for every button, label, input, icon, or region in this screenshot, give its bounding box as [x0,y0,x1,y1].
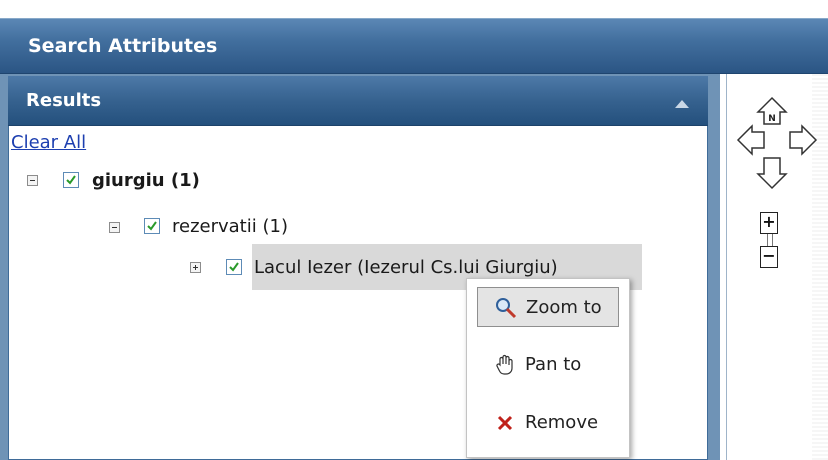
checkbox-giurgiu[interactable] [63,172,79,188]
collapse-arrow-icon[interactable] [675,100,689,108]
pane-divider [726,74,727,460]
red-x-remove-icon [497,415,513,431]
checkbox-rezervatii[interactable] [144,218,160,234]
hand-pan-icon [496,354,513,375]
context-menu: Zoom to Pan to Remove [466,278,630,458]
pan-east-icon[interactable] [789,124,818,156]
clear-all-link[interactable]: Clear All [11,132,86,153]
results-header: Results [8,76,708,126]
zoom-out-button[interactable]: − [760,246,778,268]
checkmark-icon [66,175,76,185]
main-panel-header: Search Attributes [0,18,828,74]
menu-item-zoom-to[interactable]: Zoom to [477,287,619,327]
menu-item-remove[interactable]: Remove [477,403,619,443]
collapse-toggle-rezervatii[interactable] [109,222,120,233]
magnifier-zoom-icon [496,298,517,319]
checkbox-lacul-iezer[interactable] [226,259,242,275]
pan-west-icon[interactable] [736,124,765,156]
tree-node-giurgiu[interactable]: giurgiu (1) [92,170,200,191]
zoom-out-label: − [762,246,776,265]
pan-navigator[interactable]: N [734,94,828,194]
zoom-in-label: + [762,212,776,231]
tree-node-lacul-iezer[interactable]: Lacul Iezer (Iezerul Cs.lui Giurgiu) [254,257,558,278]
collapse-toggle-giurgiu[interactable] [27,175,38,186]
pan-south-icon[interactable] [756,157,788,190]
menu-label-remove: Remove [525,412,599,433]
menu-item-pan-to[interactable]: Pan to [477,345,619,385]
top-strip [0,0,828,18]
menu-label-pan-to: Pan to [525,354,582,375]
checkmark-icon [229,262,239,272]
expand-toggle-lacul-iezer[interactable] [190,262,201,273]
menu-label-zoom-to: Zoom to [526,297,602,318]
panel-title: Search Attributes [28,35,218,57]
north-label: N [768,114,776,124]
tree-node-rezervatii[interactable]: rezervatii (1) [172,216,288,237]
checkmark-icon [147,221,157,231]
zoom-slider-connector [767,234,773,246]
results-title: Results [26,90,102,111]
zoom-in-button[interactable]: + [760,212,778,234]
pan-north-icon[interactable]: N [756,96,788,125]
